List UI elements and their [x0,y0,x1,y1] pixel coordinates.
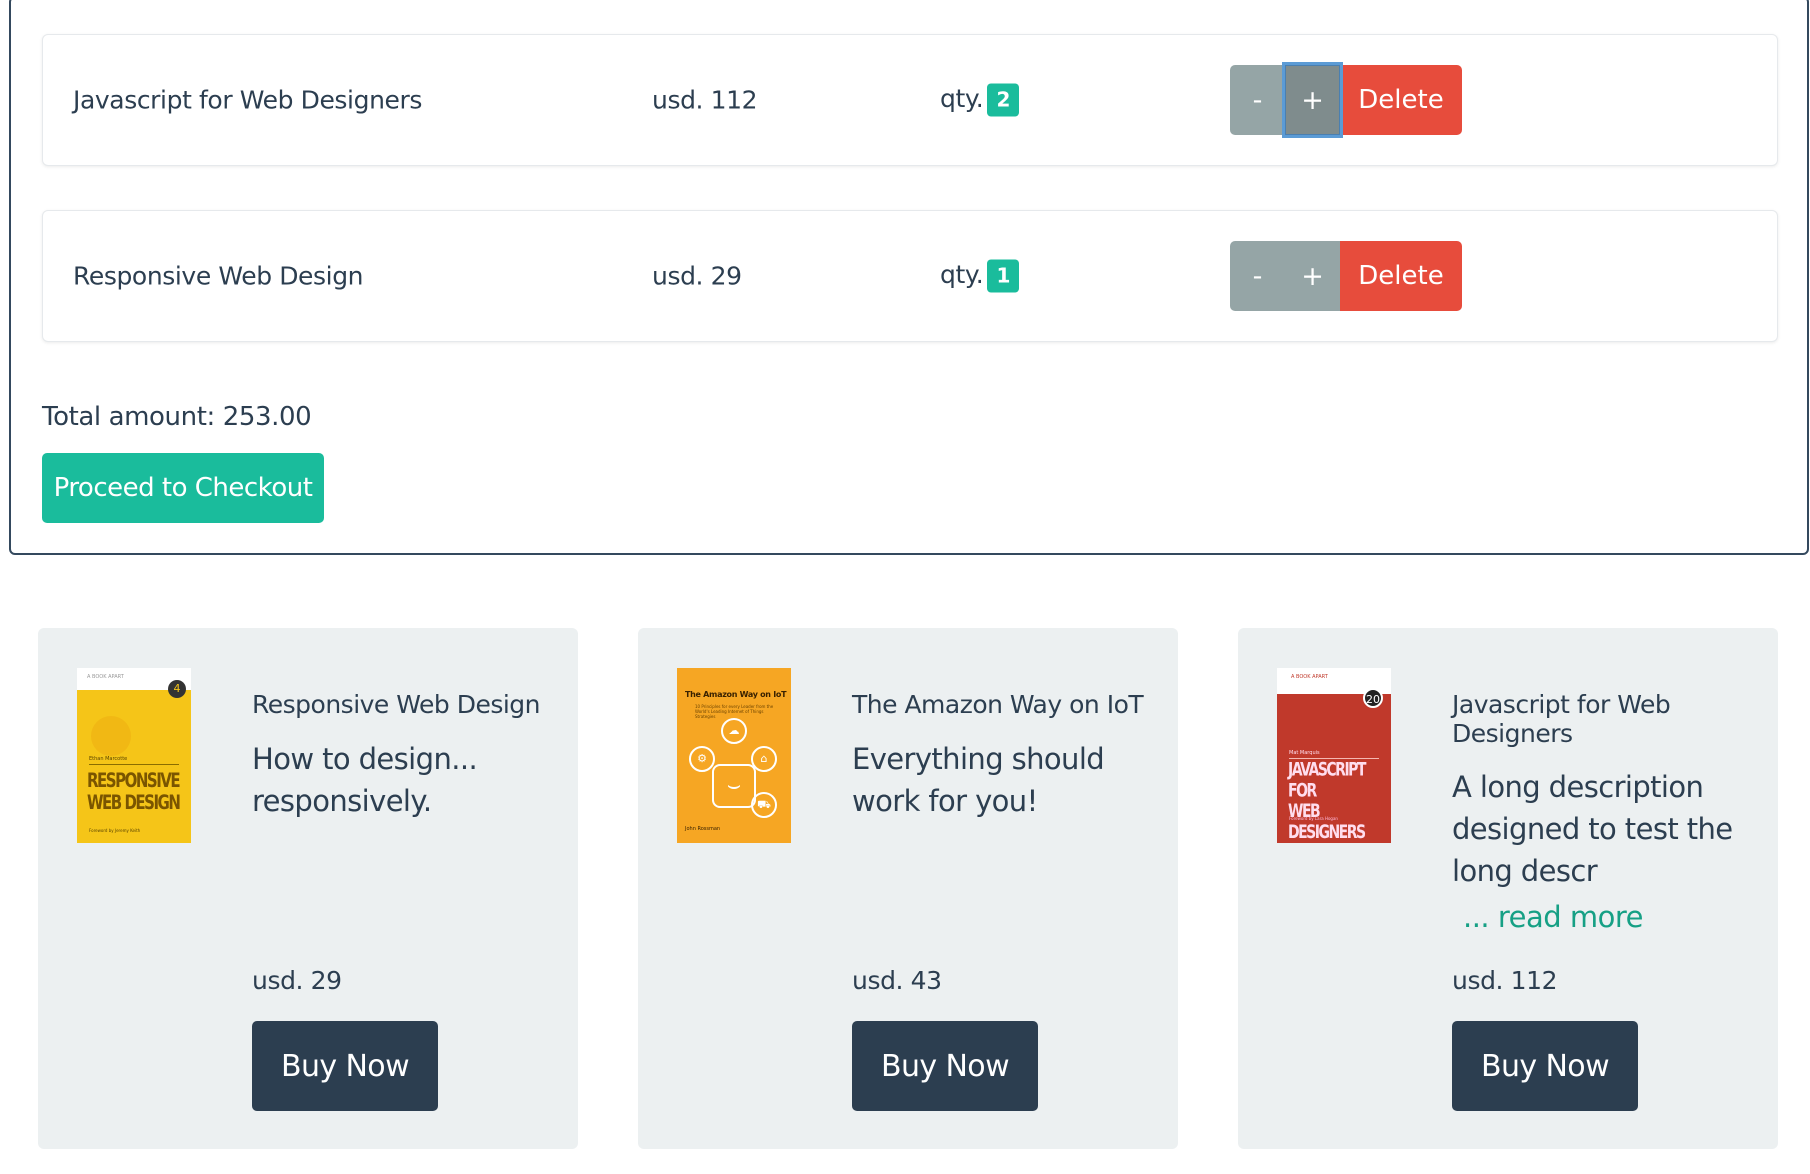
cart-item: Javascript for Web Designers usd. 112 qt… [42,34,1778,166]
cart-panel: Javascript for Web Designers usd. 112 qt… [9,0,1809,555]
increase-qty-button[interactable]: + [1285,65,1340,135]
cart-item-actions: - + Delete [1230,241,1462,311]
product-card: A BOOK APART 20 Mat Marquis JAVASCRIPT F… [1238,628,1778,1149]
increase-qty-button[interactable]: + [1285,241,1340,311]
qty-badge: 1 [987,259,1020,293]
cart-item: Responsive Web Design usd. 29 qty. 1 - + … [42,210,1778,342]
cart-item-price: usd. 112 [652,85,758,115]
cart-item-price: usd. 29 [652,261,742,291]
cart-item-name: Responsive Web Design [73,261,364,291]
cart-item-actions: - + Delete [1230,65,1462,135]
product-price: usd. 43 [852,966,942,995]
product-title: The Amazon Way on IoT [852,690,1144,719]
product-card: The Amazon Way on IoT 10 Principles for … [638,628,1178,1149]
product-description: A long description designed to test the … [1452,770,1733,888]
checkout-button[interactable]: Proceed to Checkout [42,453,324,523]
product-title: Responsive Web Design [252,690,541,719]
cart-item-name: Javascript for Web Designers [73,85,422,115]
qty-badge: 2 [987,83,1020,117]
product-price: usd. 29 [252,966,342,995]
product-title: Javascript for Web Designers [1452,690,1671,748]
product-description: Everything should work for you! [852,742,1105,818]
product-price: usd. 112 [1452,966,1558,995]
book-cover-image: A BOOK APART 20 Mat Marquis JAVASCRIPT F… [1277,668,1391,843]
buy-now-button[interactable]: Buy Now [252,1021,438,1111]
decrease-qty-button[interactable]: - [1230,241,1285,311]
delete-item-button[interactable]: Delete [1340,241,1462,311]
product-description: How to design... responsively. [252,742,478,818]
read-more-link[interactable]: ... read more [1463,900,1644,934]
decrease-qty-button[interactable]: - [1230,65,1285,135]
buy-now-button[interactable]: Buy Now [1452,1021,1638,1111]
book-cover-image: The Amazon Way on IoT 10 Principles for … [677,668,791,843]
cart-item-qty: qty. 2 [940,83,1020,117]
book-cover-image: A BOOK APART 4 Ethan Marcotte RESPONSIVE… [77,668,191,843]
buy-now-button[interactable]: Buy Now [852,1021,1038,1111]
qty-label: qty. [940,260,984,289]
delete-item-button[interactable]: Delete [1340,65,1462,135]
product-card: A BOOK APART 4 Ethan Marcotte RESPONSIVE… [38,628,578,1149]
qty-label: qty. [940,84,984,113]
cart-item-qty: qty. 1 [940,259,1020,293]
total-amount: Total amount: 253.00 [42,402,312,432]
